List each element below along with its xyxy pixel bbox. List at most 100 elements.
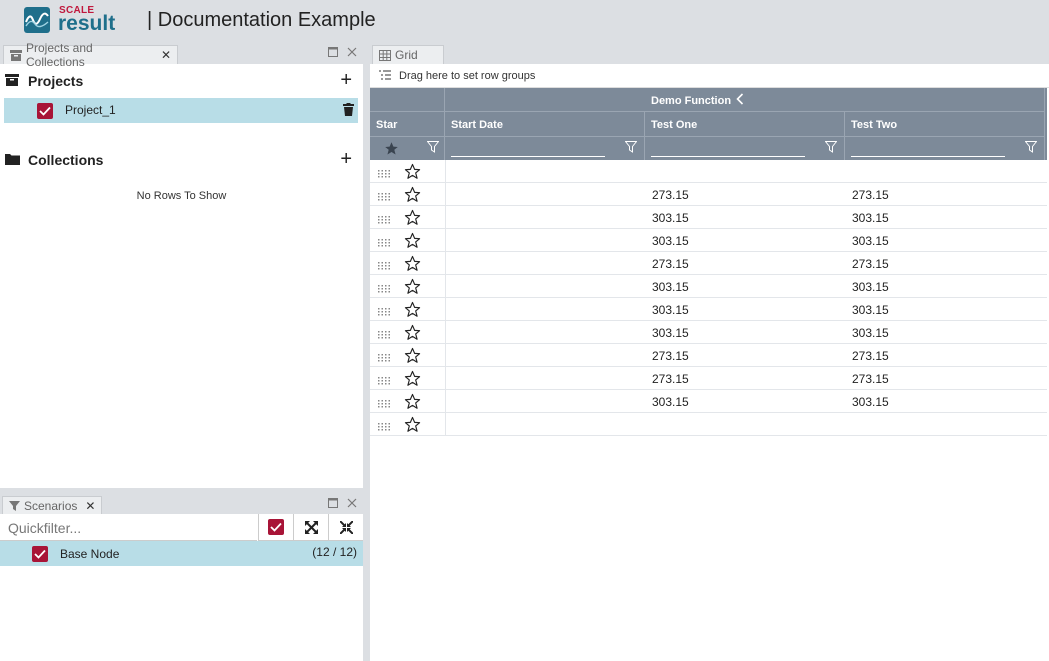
table-row[interactable]: 303.15 303.15 [370,390,1047,413]
projects-collections-panel: Projects and Collections ✕ Projects + Pr… [0,41,363,490]
table-row[interactable]: 273.15 273.15 [370,252,1047,275]
table-row[interactable]: 273.15 273.15 [370,344,1047,367]
drag-handle-icon[interactable] [378,167,390,181]
star-icon[interactable] [404,370,421,390]
vertical-splitter[interactable] [363,42,370,661]
tab-grid[interactable]: Grid [372,45,444,64]
filter-input-test-one[interactable] [651,156,805,157]
table-row[interactable]: 303.15 303.15 [370,298,1047,321]
drag-handle-icon[interactable] [378,213,390,227]
select-all-button[interactable] [258,514,293,541]
cell-test-one[interactable]: 303.15 [652,326,689,340]
table-icon [379,49,391,61]
quickfilter-input[interactable] [8,518,248,537]
filter-icon[interactable] [426,141,440,156]
trash-icon[interactable] [343,103,354,119]
drag-handle-icon[interactable] [378,236,390,250]
project-checkbox[interactable] [37,103,53,119]
projects-heading: Projects [28,73,84,89]
drag-handle-icon[interactable] [378,397,390,411]
star-icon[interactable] [404,232,421,252]
filter-icon[interactable] [1024,141,1038,156]
table-row[interactable]: 273.15 273.15 [370,367,1047,390]
table-row[interactable] [370,413,1047,436]
expand-all-button[interactable] [293,514,328,541]
cell-test-one[interactable]: 303.15 [652,234,689,248]
tab-scenarios[interactable]: Scenarios ✕ [2,496,102,514]
add-collection-button[interactable]: + [340,149,352,169]
filter-input-start-date[interactable] [451,156,605,157]
drag-handle-icon[interactable] [378,259,390,273]
cell-test-one[interactable]: 303.15 [652,303,689,317]
star-icon[interactable] [404,324,421,344]
cell-test-one[interactable]: 303.15 [652,395,689,409]
cell-test-one[interactable]: 303.15 [652,211,689,225]
add-project-button[interactable]: + [340,70,352,90]
table-row[interactable]: 273.15 273.15 [370,183,1047,206]
group-header-demo-function[interactable]: Demo Function [645,88,1045,112]
maximize-icon[interactable] [327,497,338,508]
maximize-icon[interactable] [327,46,338,57]
base-node-checkbox[interactable] [32,546,48,562]
cell-test-one[interactable]: 273.15 [652,257,689,271]
cell-divider [445,252,446,274]
column-header-star[interactable]: Star [370,112,445,137]
star-icon[interactable] [404,186,421,206]
cell-test-one[interactable]: 273.15 [652,372,689,386]
close-tab-icon[interactable]: ✕ [161,48,171,62]
filter-icon[interactable] [624,141,638,156]
table-row[interactable]: 303.15 303.15 [370,321,1047,344]
cell-test-one[interactable]: 273.15 [652,188,689,202]
cell-test-two[interactable]: 303.15 [852,303,889,317]
star-icon[interactable] [404,301,421,321]
drag-handle-icon[interactable] [378,305,390,319]
drag-handle-icon[interactable] [378,374,390,388]
cell-test-two[interactable]: 303.15 [852,234,889,248]
collapse-all-button[interactable] [328,514,363,541]
table-row[interactable]: 303.15 303.15 [370,275,1047,298]
row-group-drop-zone[interactable]: Drag here to set row groups [370,64,1049,88]
drag-handle-icon[interactable] [378,190,390,204]
filter-input-test-two[interactable] [851,156,1005,157]
cell-test-two[interactable]: 303.15 [852,326,889,340]
star-filter-icon[interactable] [384,141,399,159]
chevron-left-icon[interactable] [736,93,744,108]
table-row[interactable]: 303.15 303.15 [370,206,1047,229]
cell-test-two[interactable]: 273.15 [852,188,889,202]
drag-handle-icon[interactable] [378,420,390,434]
cell-test-two[interactable]: 303.15 [852,211,889,225]
filter-cell-star [370,137,445,160]
cell-test-two[interactable]: 303.15 [852,280,889,294]
table-row[interactable]: 303.15 303.15 [370,229,1047,252]
app-title: | Documentation Example [147,9,376,31]
star-icon[interactable] [404,393,421,413]
cell-test-one[interactable]: 273.15 [652,349,689,363]
drag-handle-icon[interactable] [378,328,390,342]
close-panel-icon[interactable] [346,497,357,508]
scenario-row-base-node[interactable]: Base Node (12 / 12) [0,541,363,566]
cell-test-two[interactable]: 273.15 [852,349,889,363]
filter-icon[interactable] [824,141,838,156]
drag-handle-icon[interactable] [378,282,390,296]
filter-cell-start-date [445,137,645,160]
base-node-count: (12 / 12) [312,545,357,559]
star-icon[interactable] [404,416,421,436]
star-icon[interactable] [404,347,421,367]
close-tab-icon[interactable]: ✕ [85,499,95,513]
star-icon[interactable] [404,255,421,275]
cell-test-two[interactable]: 273.15 [852,372,889,386]
column-header-test-one[interactable]: Test One [645,112,845,137]
star-icon[interactable] [404,278,421,298]
column-header-test-two[interactable]: Test Two [845,112,1045,137]
table-row[interactable] [370,160,1047,183]
cell-test-two[interactable]: 273.15 [852,257,889,271]
tab-projects-collections[interactable]: Projects and Collections ✕ [3,41,178,69]
cell-test-two[interactable]: 303.15 [852,395,889,409]
cell-test-one[interactable]: 303.15 [652,280,689,294]
column-header-start-date[interactable]: Start Date [445,112,645,137]
drag-handle-icon[interactable] [378,351,390,365]
project-row[interactable]: Project_1 [4,98,358,123]
star-icon[interactable] [404,209,421,229]
close-panel-icon[interactable] [346,46,357,57]
star-icon[interactable] [404,163,421,183]
